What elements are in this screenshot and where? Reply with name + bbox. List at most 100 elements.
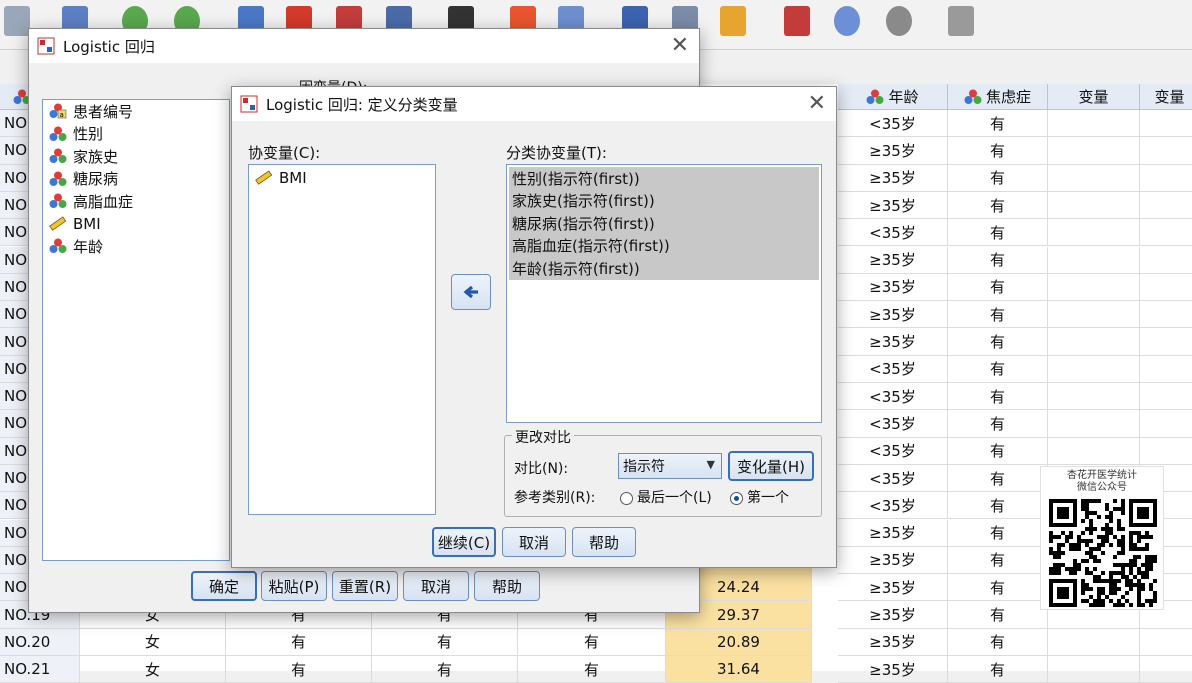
cell-anxiety[interactable]: 有 bbox=[948, 383, 1048, 411]
cell-c5[interactable]: 有 bbox=[518, 628, 666, 656]
cell-age[interactable]: <35岁 bbox=[838, 110, 948, 138]
select-cases-icon[interactable] bbox=[716, 2, 750, 40]
define-button-1[interactable]: 取消 bbox=[502, 527, 566, 557]
cell-anxiety[interactable]: 有 bbox=[948, 656, 1048, 683]
cell-empty[interactable] bbox=[1140, 110, 1192, 138]
cell-empty[interactable] bbox=[1140, 328, 1192, 356]
cell-anxiety[interactable]: 有 bbox=[948, 492, 1048, 520]
cell-empty[interactable] bbox=[1048, 437, 1140, 465]
cell-empty[interactable] bbox=[1048, 410, 1140, 438]
categorical-item[interactable]: 性别(指示符(first)) bbox=[509, 167, 819, 190]
cell-empty[interactable] bbox=[1048, 164, 1140, 192]
show-all-sets-icon[interactable] bbox=[882, 2, 916, 40]
cell-empty[interactable] bbox=[1048, 328, 1140, 356]
value-labels-icon[interactable] bbox=[780, 2, 814, 40]
cell-empty[interactable] bbox=[1140, 137, 1192, 165]
cell-empty[interactable] bbox=[1048, 137, 1140, 165]
column-header-anx[interactable]: 焦虑症 bbox=[948, 84, 1048, 110]
cell-age[interactable]: ≥35岁 bbox=[838, 301, 948, 329]
variable-item[interactable]: 家族史 bbox=[43, 145, 229, 168]
use-sets-icon[interactable] bbox=[830, 2, 864, 40]
cell-empty[interactable] bbox=[1140, 438, 1192, 465]
cell-empty[interactable] bbox=[1140, 165, 1192, 192]
variable-item[interactable]: BMI bbox=[43, 213, 229, 236]
cell-c3[interactable]: 有 bbox=[226, 628, 372, 656]
cell-anxiety[interactable]: 有 bbox=[948, 628, 1048, 656]
cell-c4[interactable]: 有 bbox=[372, 628, 518, 656]
main-button-0[interactable]: 确定 bbox=[191, 571, 257, 601]
cell-empty[interactable] bbox=[1140, 219, 1192, 247]
cell-age[interactable]: ≥35岁 bbox=[838, 273, 948, 302]
cell-anxiety[interactable]: 有 bbox=[948, 574, 1048, 602]
cell-empty[interactable] bbox=[1140, 656, 1192, 683]
cell-anxiety[interactable]: 有 bbox=[948, 410, 1048, 438]
cell-id[interactable]: NO.20 bbox=[0, 628, 80, 656]
cell-empty[interactable] bbox=[1140, 629, 1192, 656]
main-button-2[interactable]: 重置(R) bbox=[332, 571, 398, 601]
cell-age[interactable]: <35岁 bbox=[838, 437, 948, 465]
variable-item[interactable]: 糖尿病 bbox=[43, 168, 229, 191]
variable-item[interactable]: 年龄 bbox=[43, 235, 229, 258]
cell-sex[interactable]: 女 bbox=[80, 628, 226, 656]
cell-age[interactable]: ≥35岁 bbox=[838, 191, 948, 220]
column-header-var2[interactable]: 变量 bbox=[1140, 84, 1192, 110]
cell-empty[interactable] bbox=[1048, 383, 1140, 411]
variable-item[interactable]: a 患者编号 bbox=[43, 100, 229, 123]
cell-age[interactable]: ≥35岁 bbox=[838, 519, 948, 547]
cell-c3[interactable]: 有 bbox=[226, 656, 372, 683]
cell-age[interactable]: <35岁 bbox=[838, 219, 948, 247]
cell-empty[interactable] bbox=[1048, 273, 1140, 302]
variable-item[interactable]: 性别 bbox=[43, 123, 229, 146]
cell-id[interactable]: NO.21 bbox=[0, 656, 80, 683]
cell-c4[interactable]: 有 bbox=[372, 656, 518, 683]
cell-empty[interactable] bbox=[1048, 110, 1140, 138]
cell-empty[interactable] bbox=[1048, 628, 1140, 656]
categorical-item[interactable]: 高脂血症(指示符(first)) bbox=[509, 234, 819, 257]
cell-empty[interactable] bbox=[1140, 274, 1192, 302]
cell-anxiety[interactable]: 有 bbox=[948, 273, 1048, 302]
cell-bmi[interactable]: 31.64 bbox=[666, 656, 812, 683]
cell-age[interactable]: ≥35岁 bbox=[838, 656, 948, 683]
main-button-3[interactable]: 取消 bbox=[403, 571, 469, 601]
cell-c5[interactable]: 有 bbox=[518, 656, 666, 683]
column-header-var[interactable]: 变量 bbox=[1048, 84, 1140, 110]
cell-empty[interactable] bbox=[1048, 219, 1140, 247]
cell-empty[interactable] bbox=[1140, 410, 1192, 438]
column-header-age[interactable]: 年龄 bbox=[838, 84, 948, 110]
categorical-item[interactable]: 家族史(指示符(first)) bbox=[509, 189, 819, 212]
categorical-item[interactable]: 糖尿病(指示符(first)) bbox=[509, 212, 819, 235]
cell-age[interactable]: <35岁 bbox=[838, 410, 948, 438]
cell-anxiety[interactable]: 有 bbox=[948, 437, 1048, 465]
cell-anxiety[interactable]: 有 bbox=[948, 301, 1048, 329]
cell-anxiety[interactable]: 有 bbox=[948, 191, 1048, 220]
cell-age[interactable]: ≥35岁 bbox=[838, 574, 948, 602]
cell-age[interactable]: <35岁 bbox=[838, 383, 948, 411]
cell-anxiety[interactable]: 有 bbox=[948, 110, 1048, 138]
ref-last-radio[interactable]: 最后一个(L) bbox=[620, 487, 712, 507]
categorical-covariates-list[interactable]: 性别(指示符(first)) 家族史(指示符(first)) 糖尿病(指示符(fir… bbox=[506, 164, 822, 423]
cell-age[interactable]: ≥35岁 bbox=[838, 628, 948, 656]
cell-bmi[interactable]: 20.89 bbox=[666, 628, 812, 656]
spell-check-icon[interactable] bbox=[944, 2, 978, 40]
cell-anxiety[interactable]: 有 bbox=[948, 546, 1048, 575]
cell-age[interactable]: ≥35岁 bbox=[838, 328, 948, 356]
cell-age[interactable]: ≥35岁 bbox=[838, 137, 948, 165]
ref-first-radio[interactable]: 第一个 bbox=[730, 487, 789, 507]
cell-age[interactable]: ≥35岁 bbox=[838, 164, 948, 192]
cell-age[interactable]: <35岁 bbox=[838, 492, 948, 520]
cell-empty[interactable] bbox=[1048, 656, 1140, 683]
cell-anxiety[interactable]: 有 bbox=[948, 601, 1048, 629]
cell-empty[interactable] bbox=[1140, 356, 1192, 383]
cell-age[interactable]: <35岁 bbox=[838, 355, 948, 383]
categorical-item[interactable]: 年龄(指示符(first)) bbox=[509, 257, 819, 280]
cell-anxiety[interactable]: 有 bbox=[948, 246, 1048, 274]
cell-anxiety[interactable]: 有 bbox=[948, 219, 1048, 247]
cell-anxiety[interactable]: 有 bbox=[948, 164, 1048, 192]
cell-anxiety[interactable]: 有 bbox=[948, 519, 1048, 547]
cell-empty[interactable] bbox=[1140, 247, 1192, 274]
variable-source-list[interactable]: a 患者编号 性别 家族史 糖尿病 高脂血症 BMI 年龄 bbox=[42, 99, 230, 561]
cell-age[interactable]: ≥35岁 bbox=[838, 546, 948, 575]
cell-anxiety[interactable]: 有 bbox=[948, 137, 1048, 165]
change-button[interactable]: 变化量(H) bbox=[728, 451, 814, 481]
cell-age[interactable]: ≥35岁 bbox=[838, 246, 948, 274]
